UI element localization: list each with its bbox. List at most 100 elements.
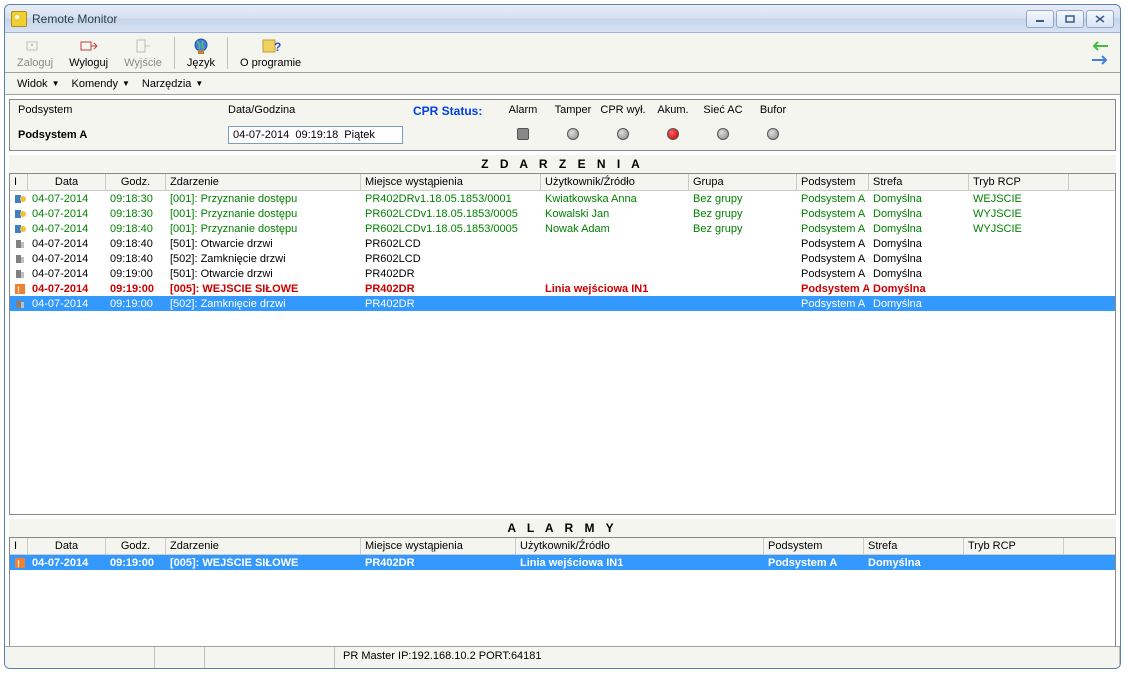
cell-time: 09:19:00 xyxy=(106,283,166,295)
row-icon xyxy=(14,208,26,220)
col-user[interactable]: Użytkownik/Źródło xyxy=(516,538,764,554)
cell-date: 04-07-2014 xyxy=(28,238,106,250)
cell-location: PR402DR xyxy=(361,268,541,280)
table-row[interactable]: 04-07-201409:19:00[501]: Otwarcie drzwiP… xyxy=(10,266,1115,281)
led-cproff xyxy=(617,128,629,140)
cell-time: 09:18:40 xyxy=(106,223,166,235)
menu-commands[interactable]: Komendy▼ xyxy=(65,76,135,92)
table-row[interactable]: 04-07-201409:18:40[501]: Otwarcie drzwiP… xyxy=(10,236,1115,251)
cell-event: [001]: Przyznanie dostępu xyxy=(166,193,361,205)
col-subsystem[interactable]: Podsystem xyxy=(764,538,864,554)
col-group[interactable]: Grupa xyxy=(689,174,797,190)
subsystem-value: Podsystem A xyxy=(18,129,228,141)
chevron-down-icon: ▼ xyxy=(195,79,203,88)
arrow-right-icon[interactable] xyxy=(1090,54,1110,66)
login-button[interactable]: Zaloguj xyxy=(9,35,61,71)
cpr-status-label: CPR Status: xyxy=(413,104,498,118)
col-time[interactable]: Godz. xyxy=(106,174,166,190)
col-user[interactable]: Użytkownik/Źródło xyxy=(541,174,689,190)
led-bufor-label: Bufor xyxy=(748,104,798,118)
cell-subsystem: Podsystem A xyxy=(797,238,869,250)
led-alarm xyxy=(517,128,529,140)
table-row[interactable]: 04-07-201409:18:30[001]: Przyznanie dost… xyxy=(10,191,1115,206)
arrow-left-icon[interactable] xyxy=(1090,40,1110,52)
logout-button[interactable]: Wyloguj xyxy=(61,35,116,71)
datetime-field[interactable] xyxy=(228,126,403,144)
cell-event: [005]: WEJŚCIE SIŁOWE xyxy=(166,557,361,569)
cell-event: [502]: Zamknięcie drzwi xyxy=(166,298,361,310)
alarms-body[interactable]: ! 04-07-201409:19:00[005]: WEJŚCIE SIŁOWE… xyxy=(10,555,1115,570)
col-date[interactable]: Data xyxy=(28,174,106,190)
col-time[interactable]: Godz. xyxy=(106,538,166,554)
app-window: Remote Monitor Zaloguj Wyloguj xyxy=(4,4,1121,669)
row-icon xyxy=(14,268,26,280)
svg-text:!: ! xyxy=(17,559,20,569)
col-subsystem[interactable]: Podsystem xyxy=(797,174,869,190)
row-icon xyxy=(14,253,26,265)
about-button[interactable]: ? O programie xyxy=(232,35,309,71)
cell-time: 09:18:30 xyxy=(106,208,166,220)
col-event[interactable]: Zdarzenie xyxy=(166,174,361,190)
cell-date: 04-07-2014 xyxy=(28,208,106,220)
events-section-title: Z D A R Z E N I A xyxy=(9,155,1116,173)
titlebar[interactable]: Remote Monitor xyxy=(5,5,1120,33)
col-location[interactable]: Miejsce wystąpienia xyxy=(361,538,516,554)
col-event[interactable]: Zdarzenie xyxy=(166,538,361,554)
col-zone[interactable]: Strefa xyxy=(869,174,969,190)
cell-location: PR602LCD xyxy=(361,253,541,265)
separator xyxy=(174,37,175,69)
col-i[interactable]: I xyxy=(10,174,28,190)
col-zone[interactable]: Strefa xyxy=(864,538,964,554)
toolbar: Zaloguj Wyloguj Wyjście Język ? O p xyxy=(5,33,1120,73)
app-icon xyxy=(11,11,27,27)
chevron-down-icon: ▼ xyxy=(122,79,130,88)
statusbar: PR Master IP:192.168.10.2 PORT:64181 xyxy=(5,646,1120,668)
alarms-grid: I Data Godz. Zdarzenie Miejsce wystąpien… xyxy=(9,537,1116,655)
cell-user: Linia wejściowa IN1 xyxy=(516,557,764,569)
row-icon xyxy=(14,193,26,205)
col-date[interactable]: Data xyxy=(28,538,106,554)
table-row[interactable]: 04-07-201409:18:40[502]: Zamknięcie drzw… xyxy=(10,251,1115,266)
cell-rcp: WYJŚCIE xyxy=(969,223,1069,235)
led-siecac-label: Sieć AC xyxy=(698,104,748,118)
cell-date: 04-07-2014 xyxy=(28,557,106,569)
datetime-header-label: Data/Godzina xyxy=(228,104,413,118)
cell-time: 09:19:00 xyxy=(106,557,166,569)
table-row[interactable]: ! 04-07-201409:19:00[005]: WEJŚCIE SIŁOWE… xyxy=(10,555,1115,570)
cell-subsystem: Podsystem A xyxy=(797,298,869,310)
cell-date: 04-07-2014 xyxy=(28,268,106,280)
cell-date: 04-07-2014 xyxy=(28,283,106,295)
cell-group: Bez grupy xyxy=(689,208,797,220)
cell-user: Nowak Adam xyxy=(541,223,689,235)
table-row[interactable]: 04-07-201409:18:40[001]: Przyznanie dost… xyxy=(10,221,1115,236)
table-row[interactable]: 04-07-201409:19:00[502]: Zamknięcie drzw… xyxy=(10,296,1115,311)
cell-zone: Domyślna xyxy=(869,268,969,280)
close-button[interactable] xyxy=(1086,10,1114,28)
menu-tools[interactable]: Narzędzia▼ xyxy=(136,76,209,92)
col-i[interactable]: I xyxy=(10,538,28,554)
cell-date: 04-07-2014 xyxy=(28,193,106,205)
cell-location: PR602LCD xyxy=(361,238,541,250)
led-bufor xyxy=(767,128,779,140)
chevron-down-icon: ▼ xyxy=(52,79,60,88)
cell-time: 09:19:00 xyxy=(106,298,166,310)
table-row[interactable]: 04-07-201409:18:30[001]: Przyznanie dost… xyxy=(10,206,1115,221)
col-location[interactable]: Miejsce wystąpienia xyxy=(361,174,541,190)
cell-rcp: WYJŚCIE xyxy=(969,208,1069,220)
minimize-button[interactable] xyxy=(1026,10,1054,28)
table-row[interactable]: !04-07-201409:19:00[005]: WEJŚCIE SIŁOWE… xyxy=(10,281,1115,296)
cell-date: 04-07-2014 xyxy=(28,298,106,310)
events-body[interactable]: 04-07-201409:18:30[001]: Przyznanie dost… xyxy=(10,191,1115,311)
maximize-button[interactable] xyxy=(1056,10,1084,28)
alarms-header: I Data Godz. Zdarzenie Miejsce wystąpien… xyxy=(10,538,1115,555)
menu-view[interactable]: Widok▼ xyxy=(11,76,65,92)
cell-date: 04-07-2014 xyxy=(28,223,106,235)
cell-subsystem: Podsystem A xyxy=(797,193,869,205)
exit-button[interactable]: Wyjście xyxy=(116,35,170,71)
language-button[interactable]: Język xyxy=(179,35,223,71)
led-siecac xyxy=(717,128,729,140)
cell-subsystem: Podsystem A xyxy=(797,268,869,280)
cell-event: [001]: Przyznanie dostępu xyxy=(166,208,361,220)
col-rcp[interactable]: Tryb RCP xyxy=(969,174,1069,190)
col-rcp[interactable]: Tryb RCP xyxy=(964,538,1064,554)
